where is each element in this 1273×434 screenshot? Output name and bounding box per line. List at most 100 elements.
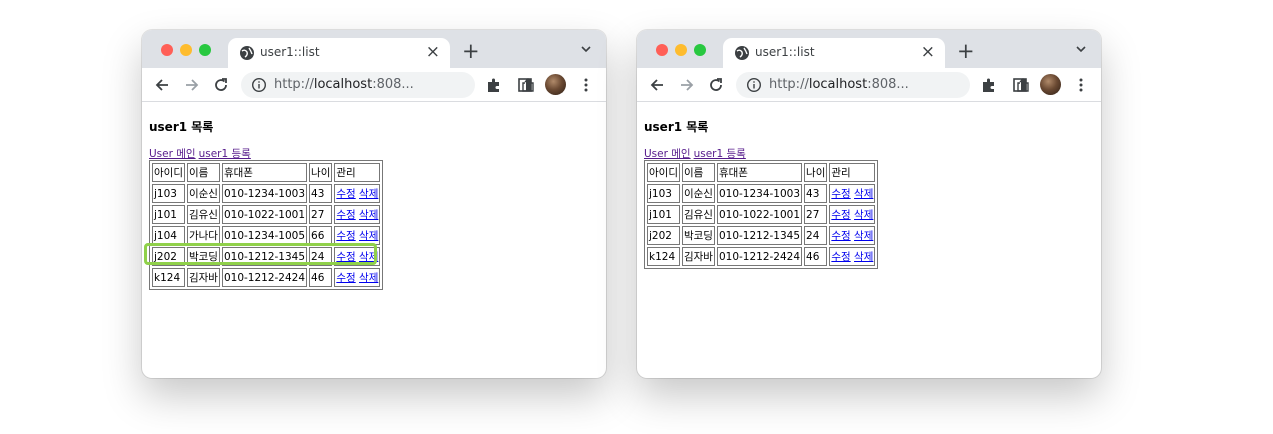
kebab-menu-icon[interactable] xyxy=(1073,77,1089,93)
table-header-row: 아이디 이름 휴대폰 나이 관리 xyxy=(647,163,876,182)
cell-id: j101 xyxy=(647,205,680,224)
delete-link[interactable]: 삭제 xyxy=(854,230,873,242)
cell-name: 김자바 xyxy=(681,247,715,266)
delete-link[interactable]: 삭제 xyxy=(359,251,378,263)
reload-icon[interactable] xyxy=(211,75,231,95)
close-icon[interactable]: × xyxy=(426,42,440,62)
header-id: 아이디 xyxy=(152,163,185,182)
chevron-down-icon[interactable] xyxy=(580,43,592,55)
page-content: user1 목록 User 메인 user1 등록 아이디 이름 휴대폰 나이 관… xyxy=(142,103,606,303)
cell-id: k124 xyxy=(647,247,680,266)
delete-link[interactable]: 삭제 xyxy=(854,188,873,200)
edit-link[interactable]: 수정 xyxy=(336,230,355,242)
edit-link[interactable]: 수정 xyxy=(831,209,850,221)
side-panel-icon[interactable] xyxy=(1012,77,1028,93)
globe-icon xyxy=(240,46,254,60)
cell-manage: 수정 삭제 xyxy=(334,226,381,245)
info-icon[interactable] xyxy=(251,77,267,93)
table-row: j103 이순신 010-1234-1003 43 수정 삭제 xyxy=(152,184,381,203)
header-name: 이름 xyxy=(681,163,715,182)
url-text: http://localhost:808... xyxy=(769,77,909,92)
edit-link[interactable]: 수정 xyxy=(336,272,355,284)
table-row: j202 박코딩 010-1212-1345 24 수정 삭제 xyxy=(647,226,876,245)
browser-window-right: user1::list × + http://localhost:808... … xyxy=(637,30,1101,378)
minimize-window-button[interactable] xyxy=(180,44,192,56)
delete-link[interactable]: 삭제 xyxy=(359,230,378,242)
cell-manage: 수정 삭제 xyxy=(829,226,876,245)
user-table: 아이디 이름 휴대폰 나이 관리 j103 이순신 010-1234-1003 … xyxy=(149,160,384,290)
tab-active[interactable]: user1::list × xyxy=(723,38,945,68)
plus-icon[interactable]: + xyxy=(462,39,480,63)
kebab-menu-icon[interactable] xyxy=(578,77,594,93)
puzzle-icon[interactable] xyxy=(486,77,502,93)
table-row: j101 김유신 010-1022-1001 27 수정 삭제 xyxy=(647,205,876,224)
cell-age: 46 xyxy=(309,268,333,287)
edit-link[interactable]: 수정 xyxy=(336,251,355,263)
info-icon[interactable] xyxy=(746,77,762,93)
cell-manage: 수정 삭제 xyxy=(829,184,876,203)
cell-phone: 010-1022-1001 xyxy=(221,205,308,224)
user-main-link[interactable]: User 메인 xyxy=(149,148,196,160)
cell-manage: 수정 삭제 xyxy=(334,184,381,203)
cell-manage: 수정 삭제 xyxy=(829,247,876,266)
zoom-window-button[interactable] xyxy=(694,44,706,56)
user1-register-link[interactable]: user1 등록 xyxy=(199,148,251,160)
address-bar[interactable]: http://localhost:808... xyxy=(736,72,1061,98)
zoom-window-button[interactable] xyxy=(199,44,211,56)
table-header-row: 아이디 이름 휴대폰 나이 관리 xyxy=(152,163,381,182)
edit-link[interactable]: 수정 xyxy=(831,230,850,242)
close-window-button[interactable] xyxy=(161,44,173,56)
url-text: http://localhost:808... xyxy=(274,77,414,92)
tab-title: user1::list xyxy=(260,45,320,59)
plus-icon[interactable]: + xyxy=(957,39,975,63)
cell-id: j103 xyxy=(152,184,185,203)
cell-phone: 010-1212-2424 xyxy=(716,247,803,266)
address-bar[interactable]: http://localhost:808... xyxy=(241,72,566,98)
avatar[interactable] xyxy=(1040,74,1061,95)
toolbar: http://localhost:808... xyxy=(142,68,606,102)
table-row: j101 김유신 010-1022-1001 27 수정 삭제 xyxy=(152,205,381,224)
cell-name: 김유신 xyxy=(186,205,220,224)
close-window-button[interactable] xyxy=(656,44,668,56)
header-phone: 휴대폰 xyxy=(221,163,308,182)
forward-arrow-icon[interactable] xyxy=(677,75,697,95)
cell-name: 이순신 xyxy=(681,184,715,203)
reload-icon[interactable] xyxy=(706,75,726,95)
tab-strip: user1::list × + xyxy=(637,30,1101,68)
delete-link[interactable]: 삭제 xyxy=(359,272,378,284)
back-arrow-icon[interactable] xyxy=(647,75,667,95)
tab-title: user1::list xyxy=(755,45,815,59)
table-row: j202 박코딩 010-1212-1345 24 수정 삭제 xyxy=(152,247,381,266)
user-main-link[interactable]: User 메인 xyxy=(644,148,691,160)
edit-link[interactable]: 수정 xyxy=(831,188,850,200)
user1-register-link[interactable]: user1 등록 xyxy=(694,148,746,160)
header-age: 나이 xyxy=(309,163,333,182)
edit-link[interactable]: 수정 xyxy=(336,188,355,200)
page-title: user1 목록 xyxy=(149,120,214,134)
cell-age: 66 xyxy=(309,226,333,245)
cell-age: 27 xyxy=(309,205,333,224)
toolbar: http://localhost:808... xyxy=(637,68,1101,102)
cell-manage: 수정 삭제 xyxy=(829,205,876,224)
back-arrow-icon[interactable] xyxy=(152,75,172,95)
chevron-down-icon[interactable] xyxy=(1075,43,1087,55)
cell-manage: 수정 삭제 xyxy=(334,205,381,224)
puzzle-icon[interactable] xyxy=(981,77,997,93)
close-icon[interactable]: × xyxy=(921,42,935,62)
forward-arrow-icon[interactable] xyxy=(182,75,202,95)
delete-link[interactable]: 삭제 xyxy=(854,251,873,263)
avatar[interactable] xyxy=(545,74,566,95)
cell-phone: 010-1212-1345 xyxy=(221,247,308,266)
cell-manage: 수정 삭제 xyxy=(334,247,381,266)
tab-active[interactable]: user1::list × xyxy=(228,38,450,68)
edit-link[interactable]: 수정 xyxy=(336,209,355,221)
side-panel-icon[interactable] xyxy=(517,77,533,93)
cell-phone: 010-1234-1003 xyxy=(716,184,803,203)
edit-link[interactable]: 수정 xyxy=(831,251,850,263)
delete-link[interactable]: 삭제 xyxy=(854,209,873,221)
delete-link[interactable]: 삭제 xyxy=(359,188,378,200)
minimize-window-button[interactable] xyxy=(675,44,687,56)
delete-link[interactable]: 삭제 xyxy=(359,209,378,221)
cell-id: j202 xyxy=(152,247,185,266)
cell-name: 박코딩 xyxy=(186,247,220,266)
